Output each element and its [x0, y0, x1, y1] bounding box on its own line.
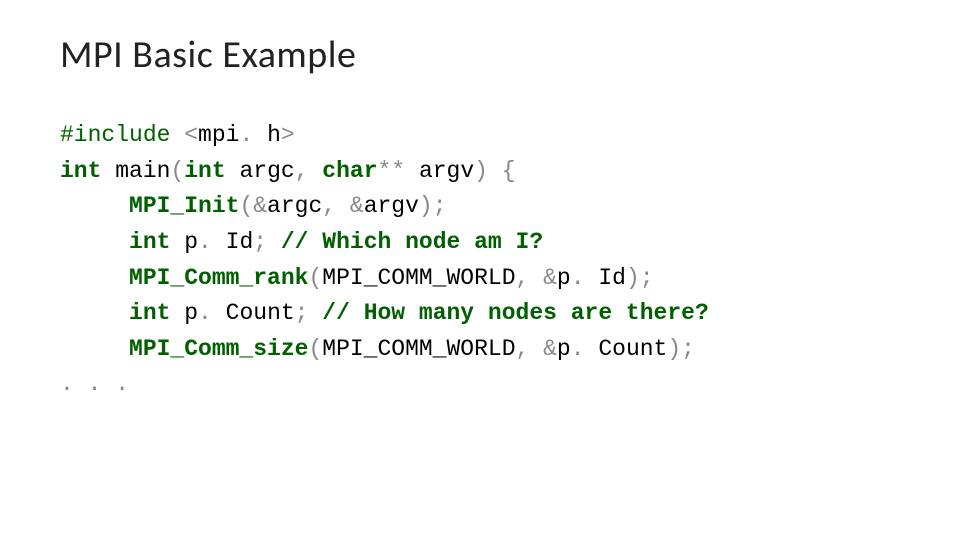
- code-token: MPI_Init: [129, 193, 239, 219]
- code-token: int: [60, 158, 101, 184]
- code-token: mpi: [198, 122, 239, 148]
- code-token: , &: [516, 336, 557, 362]
- code-token: .: [198, 229, 226, 255]
- code-token: >: [281, 122, 295, 148]
- code-token: (: [308, 336, 322, 362]
- code-token: main: [101, 158, 170, 184]
- code-token: .: [571, 265, 599, 291]
- code-token: . . .: [60, 371, 129, 397]
- code-token: p: [170, 229, 198, 255]
- code-token: );: [667, 336, 695, 362]
- code-token: [60, 336, 129, 362]
- code-token: , &: [322, 193, 363, 219]
- code-token: // Which node am I?: [281, 229, 543, 255]
- slide-title: MPI Basic Example: [60, 32, 900, 78]
- code-token: Id: [598, 265, 626, 291]
- code-token: [60, 300, 129, 326]
- code-token: .: [198, 300, 226, 326]
- code-token: ;: [295, 300, 323, 326]
- code-token: argv: [419, 158, 474, 184]
- code-token: (: [170, 158, 184, 184]
- code-token: MPI_COMM_WORLD: [322, 336, 515, 362]
- code-token: ;: [253, 229, 281, 255]
- code-token: ) {: [474, 158, 515, 184]
- code-token: p: [557, 336, 571, 362]
- code-token: [60, 229, 129, 255]
- code-token: **: [378, 158, 419, 184]
- code-token: Count: [598, 336, 667, 362]
- code-token: int: [129, 300, 170, 326]
- code-token: h: [267, 122, 281, 148]
- code-token: , &: [516, 265, 557, 291]
- slide: MPI Basic Example #include <mpi. h> int …: [0, 0, 960, 540]
- code-token: MPI_Comm_size: [129, 336, 308, 362]
- code-token: <: [184, 122, 198, 148]
- code-token: [60, 193, 129, 219]
- code-token: argc: [267, 193, 322, 219]
- code-token: // How many nodes are there?: [322, 300, 708, 326]
- code-token: MPI_COMM_WORLD: [322, 265, 515, 291]
- code-token: .: [239, 122, 267, 148]
- code-token: ,: [295, 158, 323, 184]
- code-token: Count: [226, 300, 295, 326]
- code-token: p: [557, 265, 571, 291]
- code-token: char: [322, 158, 377, 184]
- code-token: .: [571, 336, 599, 362]
- code-token: argc: [226, 158, 295, 184]
- code-token: #include: [60, 122, 184, 148]
- code-token: p: [170, 300, 198, 326]
- code-token: Id: [226, 229, 254, 255]
- code-token: argv: [364, 193, 419, 219]
- code-block: #include <mpi. h> int main(int argc, cha…: [60, 118, 900, 403]
- code-token: (&: [239, 193, 267, 219]
- code-token: );: [626, 265, 654, 291]
- code-token: MPI_Comm_rank: [129, 265, 308, 291]
- code-token: );: [419, 193, 447, 219]
- code-token: [60, 265, 129, 291]
- code-token: int: [184, 158, 225, 184]
- code-token: int: [129, 229, 170, 255]
- code-token: (: [308, 265, 322, 291]
